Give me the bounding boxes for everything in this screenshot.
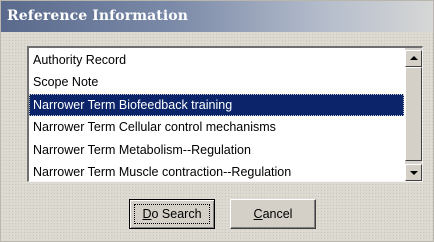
title-bar[interactable]: Reference Information: [1, 1, 433, 32]
list-item-authority-record[interactable]: Authority Record: [29, 49, 404, 71]
cancel-accelerator: C: [253, 207, 263, 221]
scroll-down-button[interactable]: [405, 164, 422, 181]
do-search-label: Do Search: [142, 207, 201, 221]
do-search-button[interactable]: Do Search: [129, 199, 215, 229]
triangle-up-icon: [410, 56, 418, 60]
scroll-thumb[interactable]: [405, 67, 422, 161]
do-search-accelerator: D: [142, 207, 152, 221]
list-item-scope-note[interactable]: Scope Note: [29, 71, 404, 93]
scroll-up-button[interactable]: [405, 50, 422, 67]
list-item-muscle-contraction-regulation[interactable]: Narrower Term Muscle contraction--Regula…: [29, 161, 404, 183]
cancel-button[interactable]: Cancel: [230, 199, 316, 229]
reference-listbox[interactable]: Authority Record Scope Note Narrower Ter…: [27, 46, 423, 182]
triangle-down-icon: [410, 171, 418, 175]
reference-information-dialog: Reference Information Authority Record S…: [0, 0, 434, 242]
list-item-cellular-control-mechanisms[interactable]: Narrower Term Cellular control mechanism…: [29, 116, 404, 138]
list-item-biofeedback-training[interactable]: Narrower Term Biofeedback training: [29, 93, 404, 117]
cancel-label: Cancel: [254, 207, 293, 221]
dialog-title: Reference Information: [7, 8, 188, 24]
vertical-scrollbar[interactable]: [405, 48, 422, 181]
reference-list-items: Authority Record Scope Note Narrower Ter…: [29, 49, 404, 183]
cancel-label-rest: ancel: [262, 207, 293, 221]
do-search-label-rest: o Search: [151, 207, 202, 221]
list-item-metabolism-regulation[interactable]: Narrower Term Metabolism--Regulation: [29, 139, 404, 161]
